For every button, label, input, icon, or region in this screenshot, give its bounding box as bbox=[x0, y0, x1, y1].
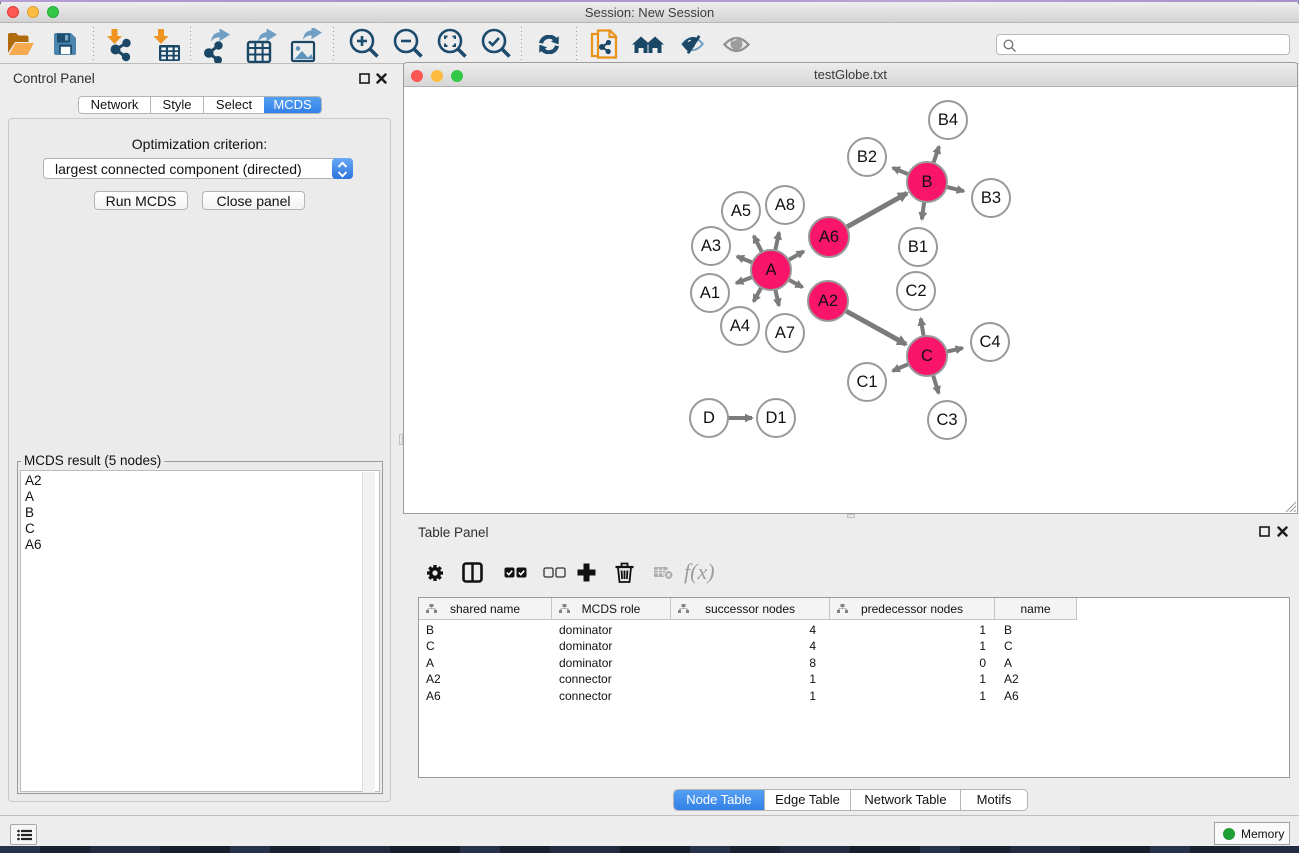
svg-text:A7: A7 bbox=[775, 324, 795, 342]
svg-text:C4: C4 bbox=[979, 333, 1000, 351]
svg-text:D1: D1 bbox=[765, 409, 786, 427]
svg-text:A6: A6 bbox=[819, 228, 839, 246]
svg-text:C: C bbox=[921, 347, 933, 365]
svg-text:A: A bbox=[765, 261, 776, 279]
svg-text:B3: B3 bbox=[981, 189, 1001, 207]
svg-text:A5: A5 bbox=[731, 202, 751, 220]
svg-text:A3: A3 bbox=[701, 237, 721, 255]
svg-text:C1: C1 bbox=[856, 373, 877, 391]
svg-text:B: B bbox=[921, 173, 932, 191]
svg-text:D: D bbox=[703, 409, 715, 427]
svg-text:A4: A4 bbox=[730, 317, 750, 335]
svg-text:C2: C2 bbox=[905, 282, 926, 300]
svg-text:B2: B2 bbox=[857, 148, 877, 166]
svg-text:B4: B4 bbox=[938, 111, 958, 129]
svg-text:A1: A1 bbox=[700, 284, 720, 302]
svg-text:A8: A8 bbox=[775, 196, 795, 214]
svg-text:C3: C3 bbox=[936, 411, 957, 429]
svg-text:B1: B1 bbox=[908, 238, 928, 256]
svg-text:A2: A2 bbox=[818, 292, 838, 310]
